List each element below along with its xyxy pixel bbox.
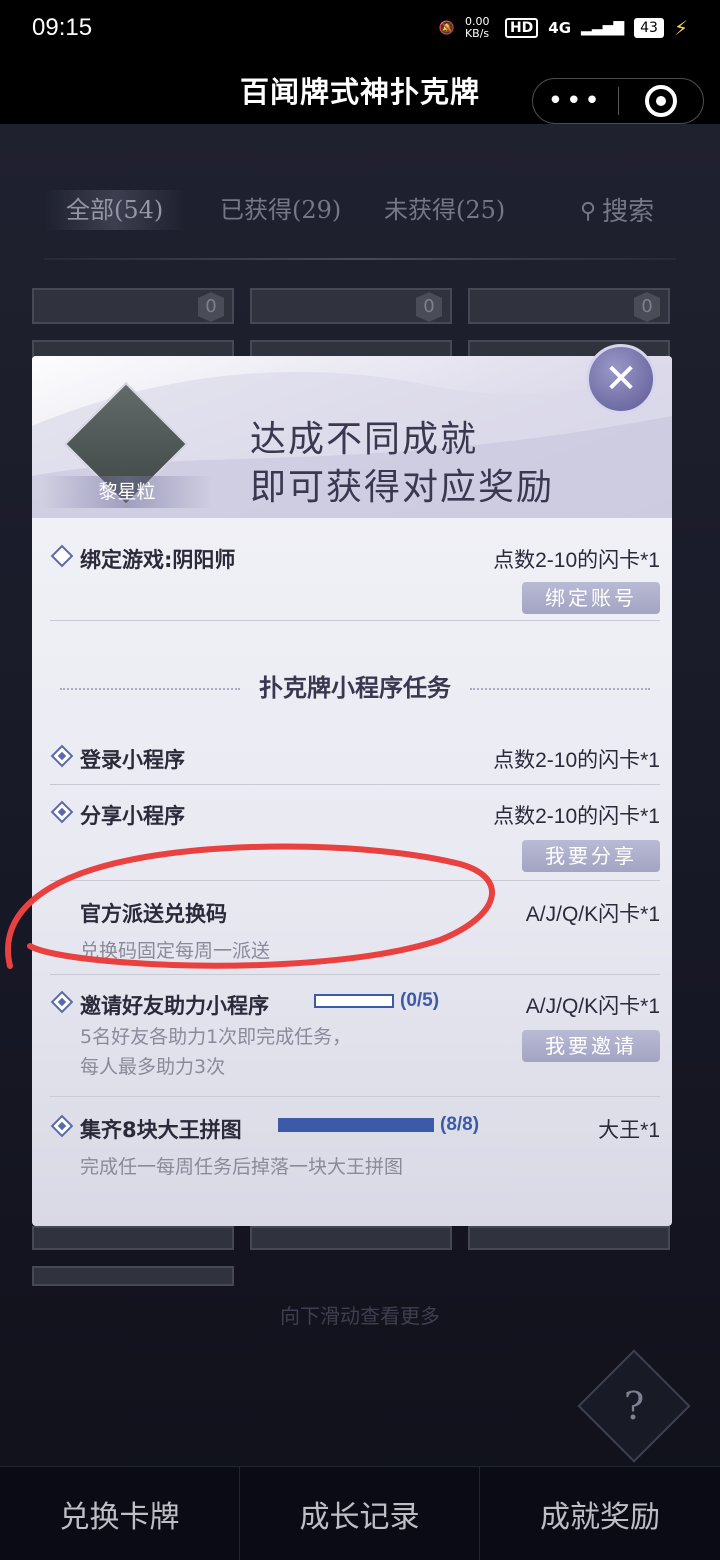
puzzle-progress-text: (8/8) (440, 1114, 480, 1135)
row-divider (50, 974, 660, 975)
task-row-invite: 邀请好友助力小程序 (0/5) A/J/Q/K闪卡*1 5名好友各助力1次即完成… (50, 990, 660, 1090)
network-speed: 0.00 KB/s (464, 15, 490, 40)
task-reward: 点数2-10的闪卡*1 (493, 749, 660, 772)
charging-icon: ⚡ (673, 16, 688, 40)
invite-progress-text: (0/5) (400, 990, 440, 1011)
task-description-line2: 每人最多助力3次 (80, 1056, 226, 1078)
modal-heading-line1: 达成不同成就 (250, 419, 479, 460)
reward-item-name: 黎星粒 (98, 481, 156, 503)
invite-button[interactable]: 我要邀请 (522, 1030, 660, 1062)
task-title: 集齐8块大王拼图 (80, 1118, 242, 1142)
bind-account-button[interactable]: 绑定账号 (522, 582, 660, 614)
diamond-bullet-icon (50, 544, 74, 568)
hd-icon: HD (504, 18, 539, 38)
section-title: 扑克牌小程序任务 (259, 673, 451, 702)
target-icon[interactable] (619, 85, 704, 117)
task-description-line1: 5名好友各助力1次即完成任务， (80, 1026, 352, 1048)
mini-program-capsule: ••• (532, 78, 704, 124)
task-reward: 点数2-10的闪卡*1 (493, 805, 660, 828)
diamond-bullet-icon (50, 800, 74, 824)
achievement-modal: 黎星粒 达成不同成就 即可获得对应奖励 绑定游戏:阴阳师 点数2-10的闪卡*1… (32, 356, 672, 1226)
annotation-circle (5, 843, 495, 969)
network-type: 4G (548, 19, 572, 37)
puzzle-progress-bar (278, 1118, 434, 1132)
diamond-bullet-icon (50, 990, 74, 1014)
close-icon[interactable]: ✕ (586, 344, 656, 414)
task-row-collect-puzzle: 集齐8块大王拼图 (8/8) 大王*1 完成任一每周任务后掉落一块大王拼图 (50, 1114, 660, 1194)
invite-progress-bar (314, 994, 394, 1008)
modal-heading-line2: 即可获得对应奖励 (250, 467, 555, 508)
task-row-bind-game: 绑定游戏:阴阳师 点数2-10的闪卡*1 绑定账号 (50, 544, 660, 614)
row-divider (50, 784, 660, 785)
signal-icon: ▂▃▅▇ (581, 20, 625, 36)
task-description: 完成任一每周任务后掉落一块大王拼图 (80, 1156, 404, 1178)
modal-header: 黎星粒 达成不同成就 即可获得对应奖励 (32, 356, 672, 518)
task-title: 分享小程序 (80, 804, 185, 828)
section-heading: 扑克牌小程序任务 (50, 672, 660, 704)
task-title: 绑定游戏:阴阳师 (80, 548, 236, 572)
row-divider (50, 620, 660, 621)
row-divider (50, 1096, 660, 1097)
target-dot (655, 96, 666, 106)
task-reward: 大王*1 (598, 1119, 660, 1142)
section-line-right (470, 688, 650, 690)
task-reward: A/J/Q/K闪卡*1 (525, 995, 660, 1018)
task-title: 登录小程序 (80, 748, 185, 772)
battery-icon: 43 (634, 18, 664, 38)
page-title: 百闻牌式神扑克牌 (239, 75, 480, 109)
task-reward: 点数2-10的闪卡*1 (493, 549, 660, 572)
diamond-bullet-icon (50, 744, 74, 768)
status-icons: 🔕 0.00 KB/s HD 4G ▂▃▅▇ 43 ⚡ (438, 15, 688, 41)
task-reward: A/J/Q/K闪卡*1 (525, 903, 660, 926)
section-line-left (60, 688, 240, 690)
more-dots-icon[interactable]: ••• (533, 88, 618, 114)
mute-icon: 🔕 (438, 20, 455, 36)
puzzle-progress-fill (280, 1120, 432, 1130)
share-button[interactable]: 我要分享 (522, 840, 660, 872)
nav-bar: 百闻牌式神扑克牌 ••• (0, 56, 720, 124)
target-ring (644, 85, 677, 117)
task-title: 邀请好友助力小程序 (80, 994, 269, 1018)
status-bar: 09:15 🔕 0.00 KB/s HD 4G ▂▃▅▇ 43 ⚡ (0, 0, 720, 56)
diamond-bullet-icon (50, 1114, 74, 1138)
task-row-login: 登录小程序 点数2-10的闪卡*1 (50, 744, 660, 778)
status-time: 09:15 (32, 14, 93, 41)
